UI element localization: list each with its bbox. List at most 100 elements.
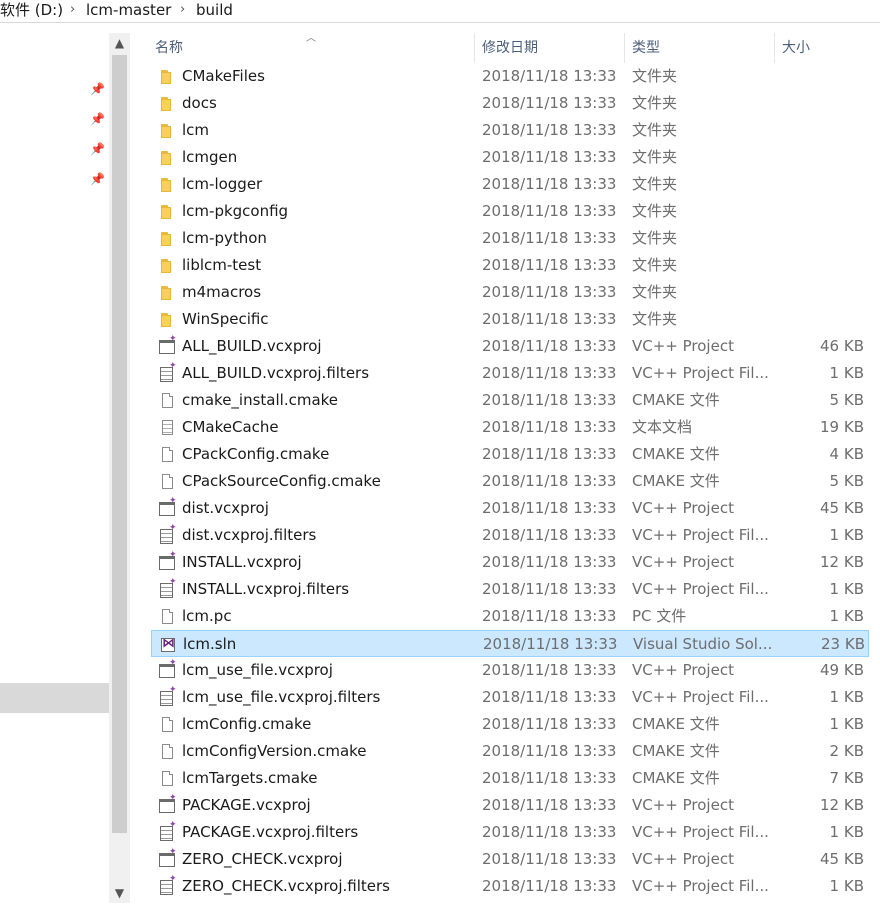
file-type: 文件夹 bbox=[632, 148, 678, 166]
file-row[interactable]: dist.vcxproj.filters 2018/11/18 13:33 VC++… bbox=[151, 522, 869, 549]
breadcrumb-chevron-icon[interactable]: › bbox=[180, 0, 185, 20]
file-row[interactable]: INSTALL.vcxproj 2018/11/18 13:33 VC++ Proj… bbox=[151, 549, 869, 576]
file-row[interactable]: ALL_BUILD.vcxproj.filters 2018/11/18 13:3… bbox=[151, 360, 869, 387]
file-row[interactable]: ZERO_CHECK.vcxproj 2018/11/18 13:33 VC++ P… bbox=[151, 846, 869, 873]
file-type: 文件夹 bbox=[632, 67, 678, 85]
file-size bbox=[772, 198, 864, 225]
file-date: 2018/11/18 13:33 bbox=[482, 283, 617, 301]
file-name: CMakeCache bbox=[182, 418, 279, 436]
address-bar[interactable]: 软件 (D:) › lcm-master › build bbox=[0, 0, 880, 23]
file-row[interactable]: lcm_use_file.vcxproj.filters 2018/11/18 1… bbox=[151, 684, 869, 711]
pin-icon[interactable]: 📌 bbox=[90, 172, 105, 186]
file-type: CMAKE 文件 bbox=[632, 715, 720, 733]
file-row[interactable]: dist.vcxproj 2018/11/18 13:33 VC++ Project… bbox=[151, 495, 869, 522]
file-row[interactable]: lcm-logger 2018/11/18 13:33 文件夹 bbox=[151, 171, 869, 198]
nav-scrollbar[interactable]: ▲ ▼ bbox=[109, 33, 130, 903]
file-type: VC++ Project bbox=[632, 337, 734, 355]
file-icon bbox=[158, 473, 176, 491]
scroll-down-icon[interactable]: ▼ bbox=[109, 883, 130, 903]
file-size bbox=[772, 279, 864, 306]
folder-icon bbox=[158, 311, 176, 329]
filters-icon bbox=[158, 874, 177, 896]
breadcrumb-lcm-master[interactable]: lcm-master bbox=[86, 0, 171, 20]
file-size bbox=[772, 117, 864, 144]
breadcrumb-build[interactable]: build bbox=[196, 0, 233, 20]
file-row[interactable]: WinSpecific 2018/11/18 13:33 文件夹 bbox=[151, 306, 869, 333]
file-row[interactable]: CMakeFiles 2018/11/18 13:33 文件夹 bbox=[151, 63, 869, 90]
file-name: lcm-pkgconfig bbox=[182, 202, 289, 220]
file-date: 2018/11/18 13:33 bbox=[482, 148, 617, 166]
file-date: 2018/11/18 13:33 bbox=[482, 229, 617, 247]
nav-selected-item[interactable] bbox=[0, 683, 109, 713]
column-divider[interactable] bbox=[774, 33, 775, 63]
file-size: 1 KB bbox=[829, 877, 864, 895]
file-size: 1 KB bbox=[829, 715, 864, 733]
scrollbar-thumb[interactable] bbox=[112, 55, 127, 833]
vcxproj-icon bbox=[158, 496, 177, 518]
file-type: VC++ Project Fil... bbox=[632, 580, 769, 598]
pin-icon[interactable]: 📌 bbox=[90, 142, 105, 156]
column-divider[interactable] bbox=[474, 33, 475, 63]
file-name: lcm_use_file.vcxproj.filters bbox=[182, 688, 381, 706]
file-name: CPackSourceConfig.cmake bbox=[182, 472, 381, 490]
file-size: 1 KB bbox=[829, 364, 864, 382]
column-name[interactable]: 名称 bbox=[155, 33, 183, 63]
file-row[interactable]: INSTALL.vcxproj.filters 2018/11/18 13:33 V… bbox=[151, 576, 869, 603]
breadcrumb-drive[interactable]: 软件 (D:) bbox=[0, 0, 63, 20]
file-row[interactable]: PACKAGE.vcxproj.filters 2018/11/18 13:33 V… bbox=[151, 819, 869, 846]
breadcrumb-chevron-icon[interactable]: › bbox=[70, 0, 75, 20]
file-row[interactable]: lcm-pkgconfig 2018/11/18 13:33 文件夹 bbox=[151, 198, 869, 225]
file-row[interactable]: m4macros 2018/11/18 13:33 文件夹 bbox=[151, 279, 869, 306]
file-size: 5 KB bbox=[829, 391, 864, 409]
file-row[interactable]: lcmgen 2018/11/18 13:33 文件夹 bbox=[151, 144, 869, 171]
file-row[interactable]: docs 2018/11/18 13:33 文件夹 bbox=[151, 90, 869, 117]
navigation-pane[interactable]: 📌 📌 📌 📌 bbox=[0, 23, 109, 904]
file-row[interactable]: ALL_BUILD.vcxproj 2018/11/18 13:33 VC++ Pr… bbox=[151, 333, 869, 360]
file-date: 2018/11/18 13:33 bbox=[482, 256, 617, 274]
file-type: 文件夹 bbox=[632, 256, 678, 274]
scroll-up-icon[interactable]: ▲ bbox=[109, 33, 130, 53]
file-date: 2018/11/18 13:33 bbox=[482, 472, 617, 490]
column-divider[interactable] bbox=[624, 33, 625, 63]
file-size bbox=[772, 171, 864, 198]
file-size bbox=[772, 252, 864, 279]
pin-icon[interactable]: 📌 bbox=[90, 82, 105, 96]
filters-icon bbox=[158, 523, 177, 545]
file-row[interactable]: lcmConfig.cmake 2018/11/18 13:33 CMAKE 文件 1… bbox=[151, 711, 869, 738]
file-size bbox=[772, 306, 864, 333]
file-size: 45 KB bbox=[820, 499, 864, 517]
column-size[interactable]: 大小 bbox=[782, 33, 810, 63]
file-name: lcm-logger bbox=[182, 175, 263, 193]
file-size: 23 KB bbox=[821, 635, 865, 653]
file-date: 2018/11/18 13:33 bbox=[482, 202, 617, 220]
folder-icon bbox=[158, 122, 176, 140]
file-row[interactable]: CPackSourceConfig.cmake 2018/11/18 13:33 C… bbox=[151, 468, 869, 495]
file-date: 2018/11/18 13:33 bbox=[482, 607, 617, 625]
file-row[interactable]: liblcm-test 2018/11/18 13:33 文件夹 bbox=[151, 252, 869, 279]
column-type[interactable]: 类型 bbox=[632, 33, 660, 63]
file-date: 2018/11/18 13:33 bbox=[482, 823, 617, 841]
file-row[interactable]: lcm 2018/11/18 13:33 文件夹 bbox=[151, 117, 869, 144]
file-row[interactable]: ZERO_CHECK.vcxproj.filters 2018/11/18 13:… bbox=[151, 873, 869, 900]
file-size bbox=[772, 90, 864, 117]
file-row[interactable]: lcmConfigVersion.cmake 2018/11/18 13:33 CM… bbox=[151, 738, 869, 765]
file-row[interactable]: lcm_use_file.vcxproj 2018/11/18 13:33 VC++… bbox=[151, 657, 869, 684]
file-size: 12 KB bbox=[820, 796, 864, 814]
file-row[interactable]: lcm-python 2018/11/18 13:33 文件夹 bbox=[151, 225, 869, 252]
file-row[interactable]: lcmTargets.cmake 2018/11/18 13:33 CMAKE 文件… bbox=[151, 765, 869, 792]
file-row[interactable]: PACKAGE.vcxproj 2018/11/18 13:33 VC++ Proj… bbox=[151, 792, 869, 819]
file-type: VC++ Project Fil... bbox=[632, 823, 769, 841]
file-row[interactable]: CMakeCache 2018/11/18 13:33 文本文档 19 KB bbox=[151, 414, 869, 441]
vcxproj-icon bbox=[158, 550, 177, 572]
file-row[interactable]: cmake_install.cmake 2018/11/18 13:33 CMAKE… bbox=[151, 387, 869, 414]
file-icon bbox=[158, 743, 176, 761]
sln-icon bbox=[159, 636, 177, 654]
file-type: 文本文档 bbox=[632, 418, 693, 436]
file-row[interactable]: lcm.pc 2018/11/18 13:33 PC 文件 1 KB bbox=[151, 603, 869, 630]
column-date[interactable]: 修改日期 bbox=[482, 33, 538, 63]
file-row[interactable]: lcm.sln 2018/11/18 13:33 Visual Studio Sol… bbox=[151, 630, 869, 657]
file-type: VC++ Project Fil... bbox=[632, 877, 769, 895]
pin-icon[interactable]: 📌 bbox=[90, 112, 105, 126]
file-date: 2018/11/18 13:33 bbox=[482, 94, 617, 112]
file-row[interactable]: CPackConfig.cmake 2018/11/18 13:33 CMAKE 文… bbox=[151, 441, 869, 468]
